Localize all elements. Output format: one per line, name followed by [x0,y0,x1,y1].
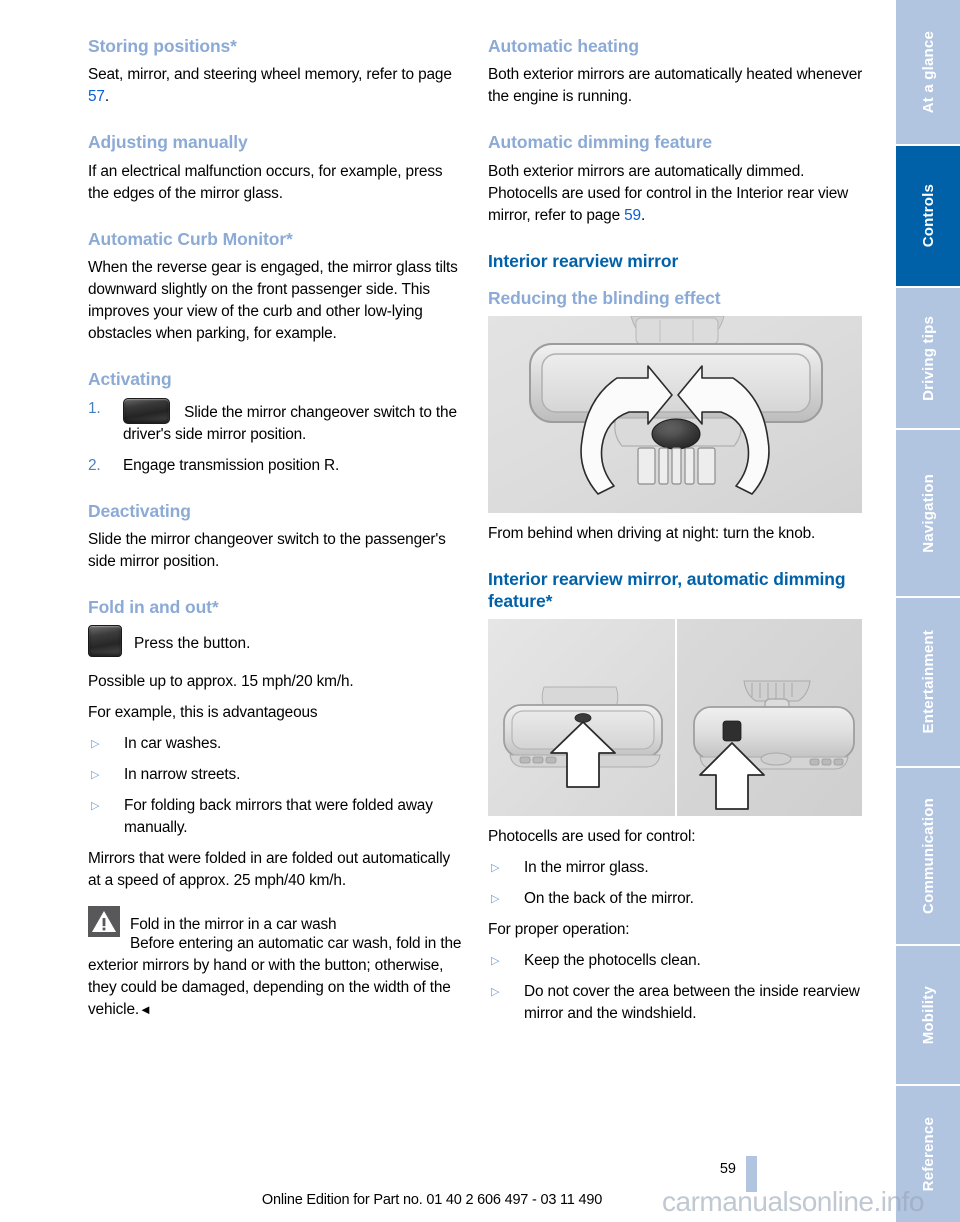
storing-positions-paragraph: Seat, mirror, and steering wheel memory,… [88,64,464,108]
sidebar-tab-mobility[interactable]: Mobility [896,944,960,1084]
dimming-text: Both exterior mirrors are automatically … [488,162,849,224]
heading-deactivating: Deactivating [88,500,191,521]
section-end-marker: ◄ [138,1002,152,1018]
warning-title: Fold in the mirror in a car wash [130,916,337,934]
triangle-bullet-icon: ▷ [91,769,100,782]
list-item: ▷ Keep the photocells clean. [488,950,864,972]
manual-page: Storing positions* Seat, mirror, and ste… [0,0,960,1222]
storing-text: Seat, mirror, and steering wheel memory,… [88,66,452,84]
automatic-dimming-paragraph: Both exterior mirrors are automatically … [488,161,864,227]
curb-monitor-paragraph: When the reverse gear is engaged, the mi… [88,259,458,343]
heading-automatic-curb-monitor: Automatic Curb Monitor* [88,228,293,249]
heading-adjusting-manually: Adjusting manually [88,132,248,153]
list-item-text: Keep the photocells clean. [524,952,701,970]
sidebar-tab-label: At a glance [919,30,937,114]
warning-triangle-icon [88,906,120,938]
section-tabs-sidebar: At a glance Controls Driving tips Naviga… [896,0,960,1222]
triangle-bullet-icon: ▷ [491,862,500,875]
list-item: ▷ In car washes. [88,733,464,755]
list-item: ▷ In narrow streets. [88,764,464,786]
list-item-text: In the mirror glass. [524,859,649,877]
triangle-bullet-icon: ▷ [491,893,500,906]
sidebar-tab-label: Mobility [919,985,937,1045]
step-text: Slide the mirror changeover switch to th… [123,403,457,443]
list-item-text: On the back of the mirror. [524,890,694,908]
sidebar-tab-driving-tips[interactable]: Driving tips [896,286,960,428]
fold-mirror-button-icon [88,625,122,658]
content-columns: Storing positions* Seat, mirror, and ste… [88,36,864,1034]
heading-interior-rearview-auto-dimming: Interior rearview mirror, automatic dimm… [488,569,846,611]
figure-1-caption: From behind when driving at night: turn … [488,525,816,543]
list-item: ▷ In the mirror glass. [488,857,864,879]
step-number: 2. [88,456,101,474]
step-number: 1. [88,399,101,417]
sidebar-tab-label: Controls [919,184,937,248]
left-column: Storing positions* Seat, mirror, and ste… [88,36,464,1034]
operation-list: ▷ Keep the photocells clean. ▷ Do not cove… [488,950,864,1025]
list-item-text: In narrow streets. [124,766,241,784]
fold-button-row: Press the button. [88,625,464,658]
step-item-1: 1. Slide the mirror changeover switch to… [88,397,464,446]
photocells-intro-paragraph: Photocells are used for control: [488,828,696,846]
fold-speed-paragraph: Possible up to approx. 15 mph/20 km/h. [88,673,354,691]
sidebar-tab-at-a-glance[interactable]: At a glance [896,0,960,144]
page-reference-57[interactable]: 57 [88,88,105,105]
triangle-bullet-icon: ▷ [491,955,500,968]
list-item: ▷ On the back of the mirror. [488,888,864,910]
heading-fold-in-and-out: Fold in and out* [88,596,219,617]
photocells-list: ▷ In the mirror glass. ▷ On the back of th… [488,857,864,910]
automatic-heating-paragraph: Both exterior mirrors are automatically … [488,66,863,106]
mirror-changeover-switch-icon [123,397,170,424]
photocell-locations-illustration [488,619,862,817]
warning-body: Before entering an automatic car wash, f… [88,933,464,1021]
sidebar-tab-label: Driving tips [919,315,937,401]
activating-steps-list: 1. Slide the mirror changeover switch to… [88,397,464,477]
deactivating-paragraph: Slide the mirror changeover switch to th… [88,530,446,570]
sidebar-tab-controls[interactable]: Controls [896,144,960,286]
page-reference-59[interactable]: 59 [624,207,641,224]
heading-activating: Activating [88,369,172,390]
triangle-bullet-icon: ▷ [91,800,100,813]
list-item: ▷ For folding back mirrors that were fold… [88,795,464,839]
fold-auto-paragraph: Mirrors that were folded in are folded o… [88,850,451,890]
heading-automatic-dimming-feature: Automatic dimming feature [488,132,713,153]
adjusting-manually-paragraph: If an electrical malfunction occurs, for… [88,162,443,202]
page-number: 59 [719,1161,736,1177]
fold-advantages-list: ▷ In car washes. ▷ In narrow streets. ▷ For… [88,733,464,839]
fold-intro-paragraph: For example, this is advantageous [88,704,318,722]
right-column: Automatic heating Both exterior mirrors … [488,36,864,1034]
storing-text-end: . [104,88,109,106]
list-item-text: For folding back mirrors that were folde… [124,797,433,837]
triangle-bullet-icon: ▷ [491,986,500,999]
warning-block: Fold in the mirror in a car wash Before … [88,906,464,1021]
sidebar-tab-communication[interactable]: Communication [896,766,960,944]
sidebar-tab-label: Navigation [919,473,937,553]
sidebar-tab-label: Entertainment [919,630,937,734]
fold-button-text: Press the button. [134,635,251,653]
heading-interior-rearview-mirror: Interior rearview mirror [488,250,679,271]
site-watermark: carmanualsonline.info [662,1186,924,1217]
interior-rearview-mirror-knob-illustration [488,315,862,514]
sidebar-tab-entertainment[interactable]: Entertainment [896,596,960,766]
list-item: ▷ Do not cover the area between the insid… [488,981,864,1025]
triangle-bullet-icon: ▷ [91,738,100,751]
heading-reducing-blinding-effect: Reducing the blinding effect [488,288,721,309]
sidebar-tab-label: Reference [919,1116,937,1192]
list-item-text: In car washes. [124,735,222,753]
heading-automatic-heating: Automatic heating [488,36,639,56]
operation-intro-paragraph: For proper operation: [488,921,630,939]
sidebar-tab-label: Communication [919,798,937,914]
sidebar-tab-navigation[interactable]: Navigation [896,428,960,596]
dimming-text-end: . [640,206,646,224]
step-text: Engage transmission position R. [123,456,340,474]
heading-storing-positions: Storing positions* [88,36,237,56]
list-item-text: Do not cover the area between the inside… [524,983,860,1023]
step-item-2: 2. Engage transmission position R. [88,455,464,477]
